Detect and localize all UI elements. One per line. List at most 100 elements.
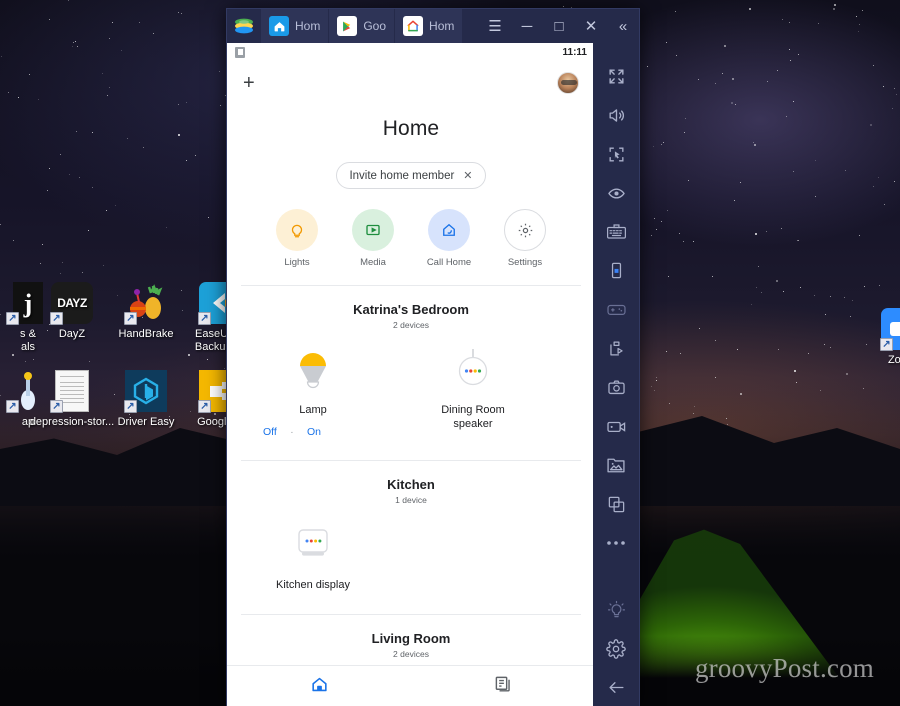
- shortcut-arrow-icon: ↗: [6, 400, 19, 413]
- tab-google-play[interactable]: Goo: [329, 9, 396, 43]
- close-button[interactable]: ✕: [575, 9, 607, 43]
- minimize-button[interactable]: ─: [511, 9, 543, 43]
- device-label: Kitchen display: [276, 579, 350, 591]
- device-list: Kitchen display: [253, 519, 569, 592]
- shortcut-arrow-icon: ↗: [124, 312, 137, 325]
- toggle-dot: ·: [290, 426, 294, 438]
- screenshot-camera-icon[interactable]: [593, 368, 639, 407]
- device-kitchen-display[interactable]: Kitchen display: [261, 519, 365, 592]
- shortcut-arrow-icon: ↗: [880, 338, 893, 351]
- account-avatar[interactable]: [557, 72, 579, 94]
- room-kitchen: Kitchen 1 device Kitchen display: [227, 461, 595, 592]
- quick-action-label: Media: [360, 257, 386, 268]
- device-dining-room-speaker[interactable]: Dining Room speaker: [421, 344, 525, 438]
- android-screen: 11:11 + Home Invite home member ✕ Lights: [227, 43, 595, 706]
- device-label: Lamp: [299, 404, 327, 416]
- feed-cards-icon: [494, 675, 513, 699]
- depression-story-icon: ↗: [50, 370, 93, 413]
- tab-label: Goo: [363, 19, 387, 33]
- volume-icon[interactable]: [593, 96, 639, 135]
- shortcut-arrow-icon: ↗: [50, 312, 63, 325]
- google-home-icon: [403, 16, 424, 36]
- speaker-icon: [421, 344, 525, 392]
- brightness-icon[interactable]: [593, 590, 639, 629]
- lamp-icon: [261, 344, 365, 392]
- maximize-button[interactable]: □: [543, 9, 575, 43]
- cursor-target-icon[interactable]: [593, 135, 639, 174]
- lightbulb-icon: [276, 209, 318, 251]
- quick-action-label: Call Home: [426, 257, 472, 268]
- gamepad-icon[interactable]: [593, 290, 639, 329]
- nav-home[interactable]: [227, 675, 411, 699]
- room-device-count: 2 devices: [393, 649, 429, 659]
- invite-home-member-chip[interactable]: Invite home member ✕: [336, 162, 486, 189]
- android-status-bar: 11:11: [227, 43, 595, 61]
- quick-action-label: Settings: [507, 257, 543, 268]
- bluestacks-window: Hom Goo Hom ☰ ─ □ ✕ « 11:11 + Home Invit…: [226, 8, 640, 706]
- google-play-icon: [337, 16, 358, 36]
- toggle-on-label[interactable]: On: [307, 426, 321, 438]
- tab-google-home[interactable]: Hom: [395, 9, 464, 43]
- phone-tilt-icon[interactable]: [593, 251, 639, 290]
- bluestacks-logo[interactable]: [227, 9, 261, 43]
- keyboard-icon[interactable]: [593, 213, 639, 252]
- call-home-icon: [428, 209, 470, 251]
- shortcut-arrow-icon: ↗: [50, 400, 63, 413]
- media-play-icon: [352, 209, 394, 251]
- collapse-sidebar-button[interactable]: «: [607, 9, 639, 43]
- quick-action-label: Lights: [284, 257, 310, 268]
- shortcut-arrow-icon: ↗: [198, 400, 211, 413]
- close-icon[interactable]: ✕: [463, 169, 472, 182]
- nav-feed[interactable]: [411, 675, 595, 699]
- quick-action-settings[interactable]: Settings: [498, 209, 552, 268]
- back-arrow-icon[interactable]: [593, 668, 639, 706]
- home-icon: [310, 675, 329, 699]
- app-notification-icon: [235, 46, 245, 58]
- invite-label: Invite home member: [349, 169, 455, 182]
- more-options-icon[interactable]: [593, 524, 639, 563]
- tab-label: Hom: [429, 19, 455, 33]
- add-button[interactable]: +: [243, 73, 255, 93]
- desktop-icon-label: Zoom: [887, 354, 900, 366]
- window-controls: ☰ ─ □ ✕ «: [479, 9, 639, 43]
- bottom-navigation: [227, 665, 595, 706]
- media-gallery-icon[interactable]: [593, 446, 639, 485]
- shortcut-arrow-icon: ↗: [124, 400, 137, 413]
- watermark: groovyPost.com: [694, 653, 874, 683]
- macro-script-icon[interactable]: [593, 329, 639, 368]
- handbrake-icon: ↗: [124, 282, 167, 325]
- room-device-count: 1 device: [395, 495, 427, 505]
- fullscreen-icon[interactable]: [593, 57, 639, 96]
- page-title: Home: [382, 117, 440, 140]
- smart-display-icon: [261, 519, 365, 567]
- settings-gear-icon[interactable]: [593, 629, 639, 668]
- shortcut-arrow-icon: ↗: [6, 312, 19, 325]
- bluestacks-titlebar: Hom Goo Hom ☰ ─ □ ✕ «: [227, 9, 639, 43]
- eye-icon[interactable]: [593, 174, 639, 213]
- room-katrinas-bedroom: Katrina's Bedroom 2 devices Lamp Off · O…: [227, 286, 595, 438]
- quick-action-call-home[interactable]: Call Home: [422, 209, 476, 268]
- quick-action-lights[interactable]: Lights: [270, 209, 324, 268]
- video-record-icon[interactable]: [593, 407, 639, 446]
- quick-actions-row: Lights Media Call Home Settings: [227, 209, 595, 268]
- dayz-icon: DAYZ ↗: [50, 282, 93, 325]
- gear-icon: [504, 209, 546, 251]
- tab-label: Hom: [295, 19, 321, 33]
- driver-easy-icon: ↗: [124, 370, 167, 413]
- room-title: Kitchen: [387, 477, 435, 492]
- device-label: Dining Room speaker: [441, 404, 505, 430]
- multi-instance-icon[interactable]: [593, 485, 639, 524]
- device-lamp[interactable]: Lamp Off · On: [261, 344, 365, 438]
- android-home-icon: [269, 16, 289, 36]
- room-device-count: 2 devices: [393, 320, 429, 330]
- toggle-off-label[interactable]: Off: [263, 426, 277, 438]
- invite-banner: Invite home member ✕: [227, 162, 595, 189]
- desktop-icon-zoom[interactable]: ↗ Zoom: [856, 308, 900, 367]
- lamp-toggle[interactable]: Off · On: [263, 426, 321, 438]
- device-list: Lamp Off · On Dining Room speaker: [253, 344, 569, 438]
- quick-action-media[interactable]: Media: [346, 209, 400, 268]
- status-bar-time: 11:11: [562, 46, 587, 58]
- menu-button[interactable]: ☰: [479, 9, 511, 43]
- app-top-bar: +: [227, 61, 595, 105]
- tab-home-android[interactable]: Hom: [261, 9, 330, 43]
